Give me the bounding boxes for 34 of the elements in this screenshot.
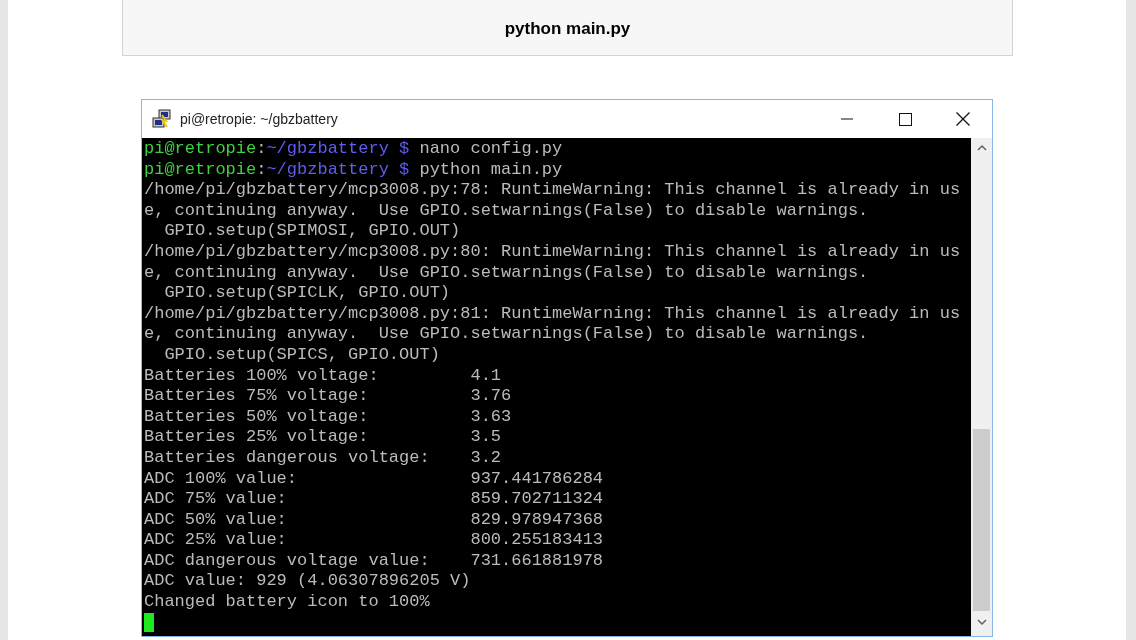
output-line: /home/pi/gbzbattery/mcp3008.py:78: RuntimeWarning: This channel is already in us [144, 180, 962, 201]
output-line: e, continuing anyway. Use GPIO.setwarnings(False) to disable warnings. [144, 200, 870, 222]
scroll-up-icon[interactable] [976, 144, 987, 151]
window-title: pi@retropie: ~/gbzbattery [180, 109, 338, 129]
cursor [144, 612, 154, 632]
minimize-icon [841, 118, 853, 120]
output-line: Changed battery icon to 100% [144, 592, 431, 613]
output-line: ADC 75% value: 859.702711324 [144, 489, 605, 510]
code-text: python main.py [504, 17, 631, 40]
output-line: e, continuing anyway. Use GPIO.setwarnings(False) to disable warnings. [144, 324, 870, 345]
output-line: ADC 50% value: 829.978947368 [144, 509, 605, 531]
output-line: Batteries 50% voltage: 3.63 [144, 406, 513, 428]
maximize-icon [898, 112, 912, 126]
output-line: ADC value: 929 (4.06307896205 V) [144, 571, 472, 593]
output-line: Batteries dangerous voltage: 3.2 [144, 447, 503, 469]
scrollbar[interactable] [971, 138, 992, 636]
output-line: GPIO.setup(SPICS, GPIO.OUT) [163, 344, 441, 366]
prompt-line: pi@retropie:~/gbzbattery $ python main.py [144, 159, 564, 181]
close-icon [956, 112, 970, 126]
output-line: GPIO.setup(SPICLK, GPIO.OUT) [163, 283, 452, 304]
scroll-down-icon[interactable] [976, 619, 987, 626]
output-line: Batteries 100% voltage: 4.1 [144, 365, 503, 387]
prompt-line: pi@retropie:~/gbzbattery $ nano config.py [144, 139, 564, 160]
output-line: GPIO.setup(SPIMOSI, GPIO.OUT) [163, 221, 462, 242]
output-line: ADC 25% value: 800.255183413 [144, 530, 605, 551]
output-line: Batteries 25% voltage: 3.5 [144, 427, 503, 448]
output-line: /home/pi/gbzbattery/mcp3008.py:80: RuntimeWarning: This channel is already in us [144, 241, 962, 263]
output-line: ADC dangerous voltage value: 731.661881978 [144, 550, 605, 572]
output-line: /home/pi/gbzbattery/mcp3008.py:81: RuntimeWarning: This channel is already in us [144, 303, 962, 325]
computer-icon [152, 109, 172, 129]
output-line: Batteries 75% voltage: 3.76 [144, 386, 513, 407]
scrollbar-thumb[interactable] [973, 429, 990, 611]
output-line: e, continuing anyway. Use GPIO.setwarnings(False) to disable warnings. [144, 262, 870, 284]
output-line: ADC 100% value: 937.441786284 [144, 468, 605, 490]
